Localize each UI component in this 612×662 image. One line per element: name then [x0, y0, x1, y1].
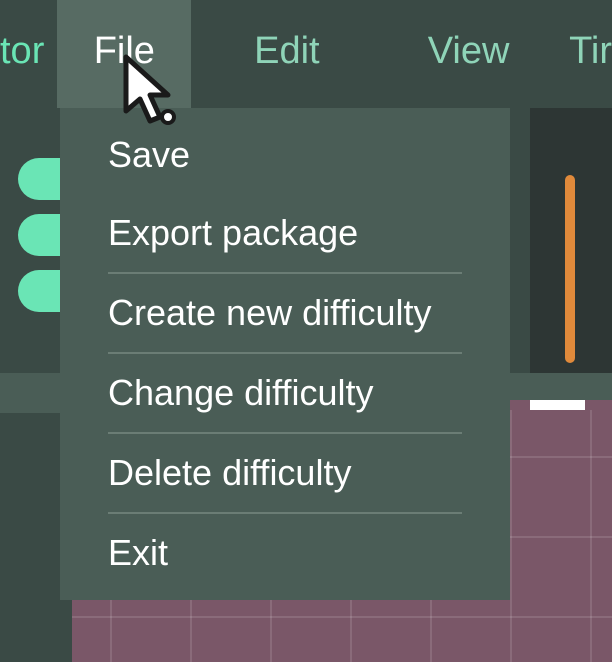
playhead-line[interactable] [565, 175, 575, 363]
menubar-item-file[interactable]: File [57, 0, 191, 108]
menu-item-export-package[interactable]: Export package [108, 194, 462, 274]
menu-item-save[interactable]: Save [60, 116, 510, 194]
menu-item-delete-difficulty[interactable]: Delete difficulty [108, 434, 462, 514]
marker-strip [530, 400, 585, 410]
menu-item-create-difficulty[interactable]: Create new difficulty [108, 274, 462, 354]
menu-item-change-difficulty[interactable]: Change difficulty [108, 354, 462, 434]
menubar-item-prev[interactable]: tor [0, 0, 57, 108]
track-markers [18, 158, 62, 326]
file-dropdown: Save Export package Create new difficult… [60, 108, 510, 600]
menu-item-exit[interactable]: Exit [60, 514, 510, 592]
menubar-item-view[interactable]: View [383, 0, 555, 108]
menubar: tor File Edit View Tir [0, 0, 612, 108]
menubar-item-next[interactable]: Tir [555, 0, 612, 108]
track-marker[interactable] [18, 158, 62, 200]
track-marker[interactable] [18, 270, 62, 312]
track-marker[interactable] [18, 214, 62, 256]
menubar-item-edit[interactable]: Edit [191, 0, 382, 108]
